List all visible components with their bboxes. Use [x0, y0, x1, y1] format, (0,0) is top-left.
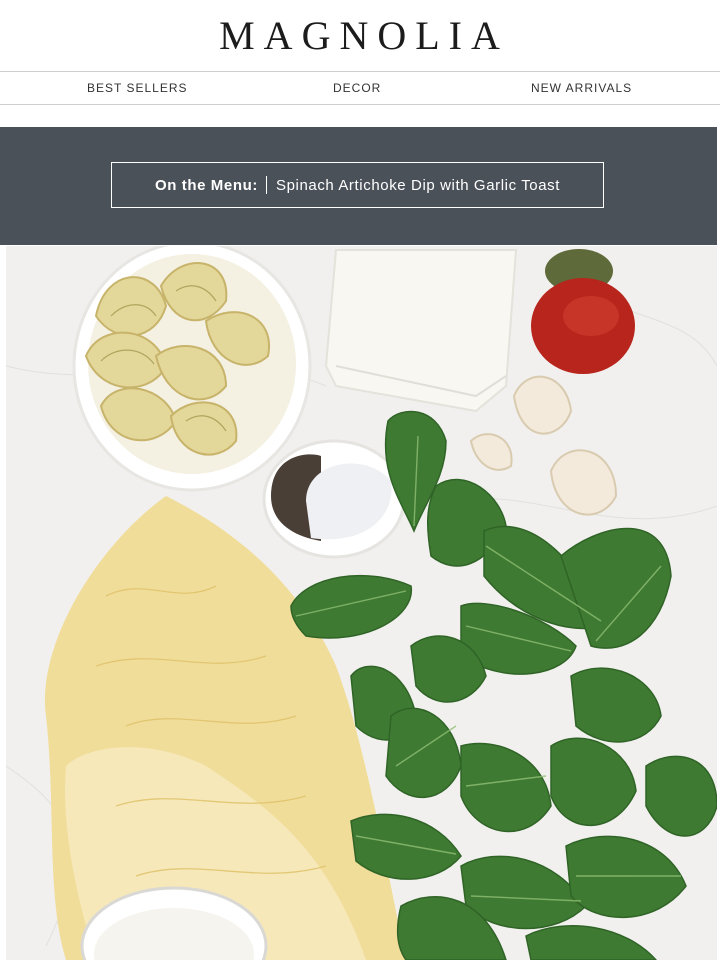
- top-nav: BEST SELLERS DECOR NEW ARRIVALS: [0, 71, 720, 105]
- spice-piles: [531, 249, 635, 374]
- nav-item-best-sellers[interactable]: BEST SELLERS: [87, 81, 188, 95]
- hero-ingredients-photo[interactable]: [6, 246, 717, 960]
- artichoke-bowl: [72, 246, 312, 492]
- on-the-menu-label: On the Menu:: [154, 176, 258, 194]
- divider: [265, 176, 267, 194]
- magnolia-logo[interactable]: MAGNOLIA: [0, 0, 720, 70]
- on-the-menu-link[interactable]: On the Menu: Spinach Artichoke Dip with …: [111, 162, 604, 208]
- nav-item-new-arrivals[interactable]: NEW ARRIVALS: [531, 81, 632, 95]
- shredded-cheese: [44, 496, 406, 960]
- recipe-title: Spinach Artichoke Dip with Garlic Toast: [275, 176, 561, 194]
- on-the-menu-banner: On the Menu: Spinach Artichoke Dip with …: [0, 127, 717, 245]
- cream-cheese-block: [324, 249, 518, 413]
- salt-pepper-dish: [262, 439, 406, 559]
- nav-item-decor[interactable]: DECOR: [333, 81, 381, 95]
